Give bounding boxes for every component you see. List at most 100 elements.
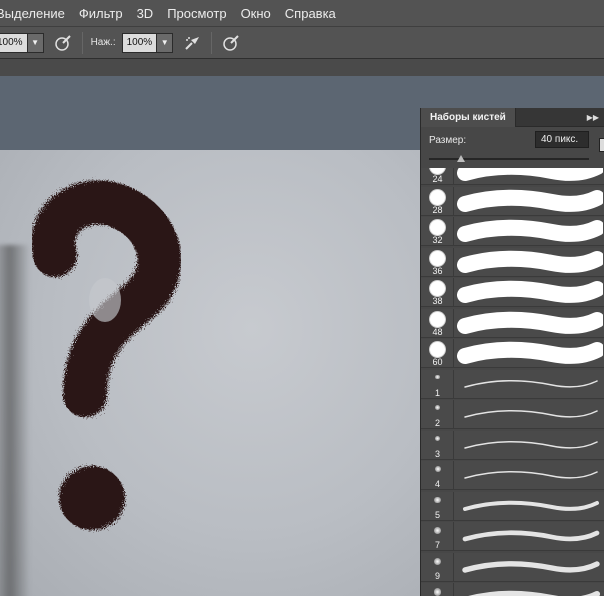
stroke-path [464, 379, 598, 388]
brush-stroke-preview [457, 280, 603, 303]
brush-tip-dot [430, 342, 445, 357]
options-bar: 100% ▼ Наж.: 100% ▼ [0, 27, 604, 59]
stroke-path [464, 410, 598, 418]
opacity-value[interactable]: 100% [0, 34, 27, 52]
brush-size-label: 5 [434, 509, 440, 520]
brush-preset-item[interactable]: 7 [421, 522, 604, 551]
brush-tip-icon: 5 [421, 491, 454, 520]
brush-tip-dot [430, 250, 445, 266]
chevron-down-icon[interactable]: ▼ [26, 33, 43, 52]
brush-preset-item[interactable]: 1 [421, 369, 604, 399]
separator [211, 31, 213, 54]
size-row: Размер: 40 пикс. [421, 127, 604, 153]
brush-size-label: 4 [434, 479, 440, 489]
brush-size-label: 48 [432, 326, 443, 337]
brush-tip-dot [433, 557, 442, 565]
stroke-path [464, 440, 598, 449]
brush-stroke-preview [457, 189, 603, 212]
brush-size-label: 24 [432, 174, 443, 184]
panel-tab-brush-presets[interactable]: Наборы кистей [421, 107, 516, 127]
brush-tip-icon: 1 [421, 369, 454, 398]
brush-tip-icon: 3 [421, 430, 454, 459]
panel-header: Наборы кистей ▶▶ [421, 107, 604, 127]
stroke-path [457, 250, 603, 273]
brush-tip-icon: 4 [421, 461, 454, 489]
brush-tip-dot [435, 374, 440, 380]
stroke-path [457, 219, 603, 242]
brush-presets-panel: Наборы кистей ▶▶ Размер: 40 пикс. 24 28 32… [420, 107, 604, 596]
size-slider[interactable] [421, 153, 604, 165]
stroke-path [457, 280, 603, 303]
menu-bar: Выделение Фильтр 3D Просмотр Окно Справк… [0, 0, 604, 27]
size-input[interactable]: 40 пикс. [535, 131, 589, 148]
brush-preset-item[interactable]: 38 [421, 278, 604, 307]
menu-select[interactable]: Выделение [0, 6, 72, 21]
brush-preset-item[interactable]: 24 [421, 168, 604, 185]
stroke-path [462, 560, 600, 573]
brush-size-label: 1 [434, 387, 440, 398]
pressure-opacity-icon[interactable] [52, 32, 74, 54]
brush-preset-item[interactable]: 2 [421, 400, 604, 429]
brush-tip-dot [434, 466, 441, 472]
brush-tip-dot [434, 527, 441, 534]
brush-size-label: 2 [434, 418, 440, 428]
brush-stroke-preview [464, 410, 598, 418]
brush-stroke-preview [457, 311, 603, 334]
brush-stroke-preview [462, 560, 600, 573]
size-label: Размер: [429, 134, 467, 146]
separator [81, 31, 83, 54]
brush-tip-dot [434, 405, 441, 411]
menu-help[interactable]: Справка [278, 6, 343, 21]
brush-list: 24283236384860123457912 [421, 168, 604, 596]
stroke-path [464, 471, 598, 479]
brush-preset-item[interactable]: 3 [421, 430, 604, 460]
chevron-down-icon[interactable]: ▼ [156, 33, 173, 52]
stroke-path [462, 530, 600, 542]
brush-preset-item[interactable]: 32 [421, 217, 604, 246]
brush-preset-item[interactable]: 60 [421, 339, 604, 368]
toggle-panel-button[interactable] [599, 138, 604, 152]
brush-stroke-preview [463, 500, 599, 511]
brush-tip-dot [430, 311, 445, 327]
menu-filter[interactable]: Фильтр [72, 6, 130, 21]
brush-preset-item[interactable]: 36 [421, 247, 604, 277]
brush-stroke-preview [457, 341, 603, 364]
opacity-combo[interactable]: 100% ▼ [0, 32, 44, 53]
brush-stroke-preview [462, 530, 600, 542]
brush-tip-dot [430, 220, 445, 235]
brush-tip-dot [433, 588, 442, 596]
tablet-pressure-icon[interactable] [220, 32, 242, 54]
document-canvas[interactable] [0, 150, 420, 596]
brush-tip-icon: 2 [421, 400, 454, 428]
brush-size-label: 7 [434, 540, 440, 550]
brush-preset-item[interactable]: 9 [421, 552, 604, 582]
brush-stroke-preview [464, 440, 598, 449]
flow-value[interactable]: 100% [123, 34, 157, 52]
airbrush-icon[interactable] [181, 32, 203, 54]
brush-preset-item[interactable]: 5 [421, 491, 604, 521]
question-mark-artwork [31, 180, 182, 530]
brush-tip-icon: 7 [421, 522, 454, 550]
brush-preset-item[interactable]: 48 [421, 308, 604, 338]
menu-view[interactable]: Просмотр [160, 6, 233, 21]
brush-preset-item[interactable]: 28 [421, 186, 604, 216]
brush-tip-dot [430, 281, 445, 296]
flow-combo[interactable]: 100% ▼ [121, 32, 174, 53]
stroke-path [457, 311, 603, 334]
brush-tip-icon: 12 [421, 583, 454, 596]
panel-collapse-icon[interactable]: ▶▶ [587, 113, 604, 122]
brush-tip-icon: 38 [421, 278, 454, 306]
brush-stroke-preview [457, 168, 603, 181]
menu-3d[interactable]: 3D [130, 6, 161, 21]
brush-stroke-preview [457, 250, 603, 273]
brush-tip-icon: 32 [421, 217, 454, 245]
brush-preset-item[interactable]: 12 [421, 583, 604, 596]
brush-tip-dot [434, 496, 441, 503]
slider-thumb[interactable] [457, 155, 465, 163]
brush-tip-icon: 28 [421, 186, 454, 215]
slider-track[interactable] [429, 158, 589, 160]
brush-preset-item[interactable]: 4 [421, 461, 604, 490]
brush-size-label: 3 [434, 448, 440, 459]
brush-tip-icon: 24 [421, 168, 454, 184]
menu-window[interactable]: Окно [234, 6, 278, 21]
